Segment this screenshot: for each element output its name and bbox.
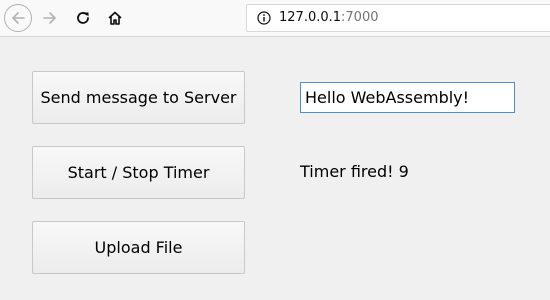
back-button[interactable] xyxy=(4,4,32,32)
home-button[interactable] xyxy=(101,4,129,32)
reload-icon xyxy=(77,12,89,24)
url-host: 127.0.0.1 xyxy=(279,10,342,25)
info-icon[interactable] xyxy=(257,11,271,25)
address-bar[interactable]: 127.0.0.1:7000 xyxy=(246,4,550,32)
start-stop-timer-button[interactable]: Start / Stop Timer xyxy=(32,146,245,199)
upload-file-button[interactable]: Upload File xyxy=(32,221,245,274)
home-icon xyxy=(108,11,122,25)
send-message-button[interactable]: Send message to Server xyxy=(32,71,245,124)
message-input[interactable] xyxy=(300,82,515,113)
forward-button[interactable] xyxy=(36,4,64,32)
reload-button[interactable] xyxy=(69,4,97,32)
browser-toolbar: 127.0.0.1:7000 xyxy=(0,0,550,37)
back-arrow-icon xyxy=(12,12,25,24)
forward-arrow-icon xyxy=(43,12,56,24)
url-port: :7000 xyxy=(341,10,379,25)
url-text: 127.0.0.1:7000 xyxy=(279,10,379,25)
timer-status-label: Timer fired! 9 xyxy=(300,162,409,181)
